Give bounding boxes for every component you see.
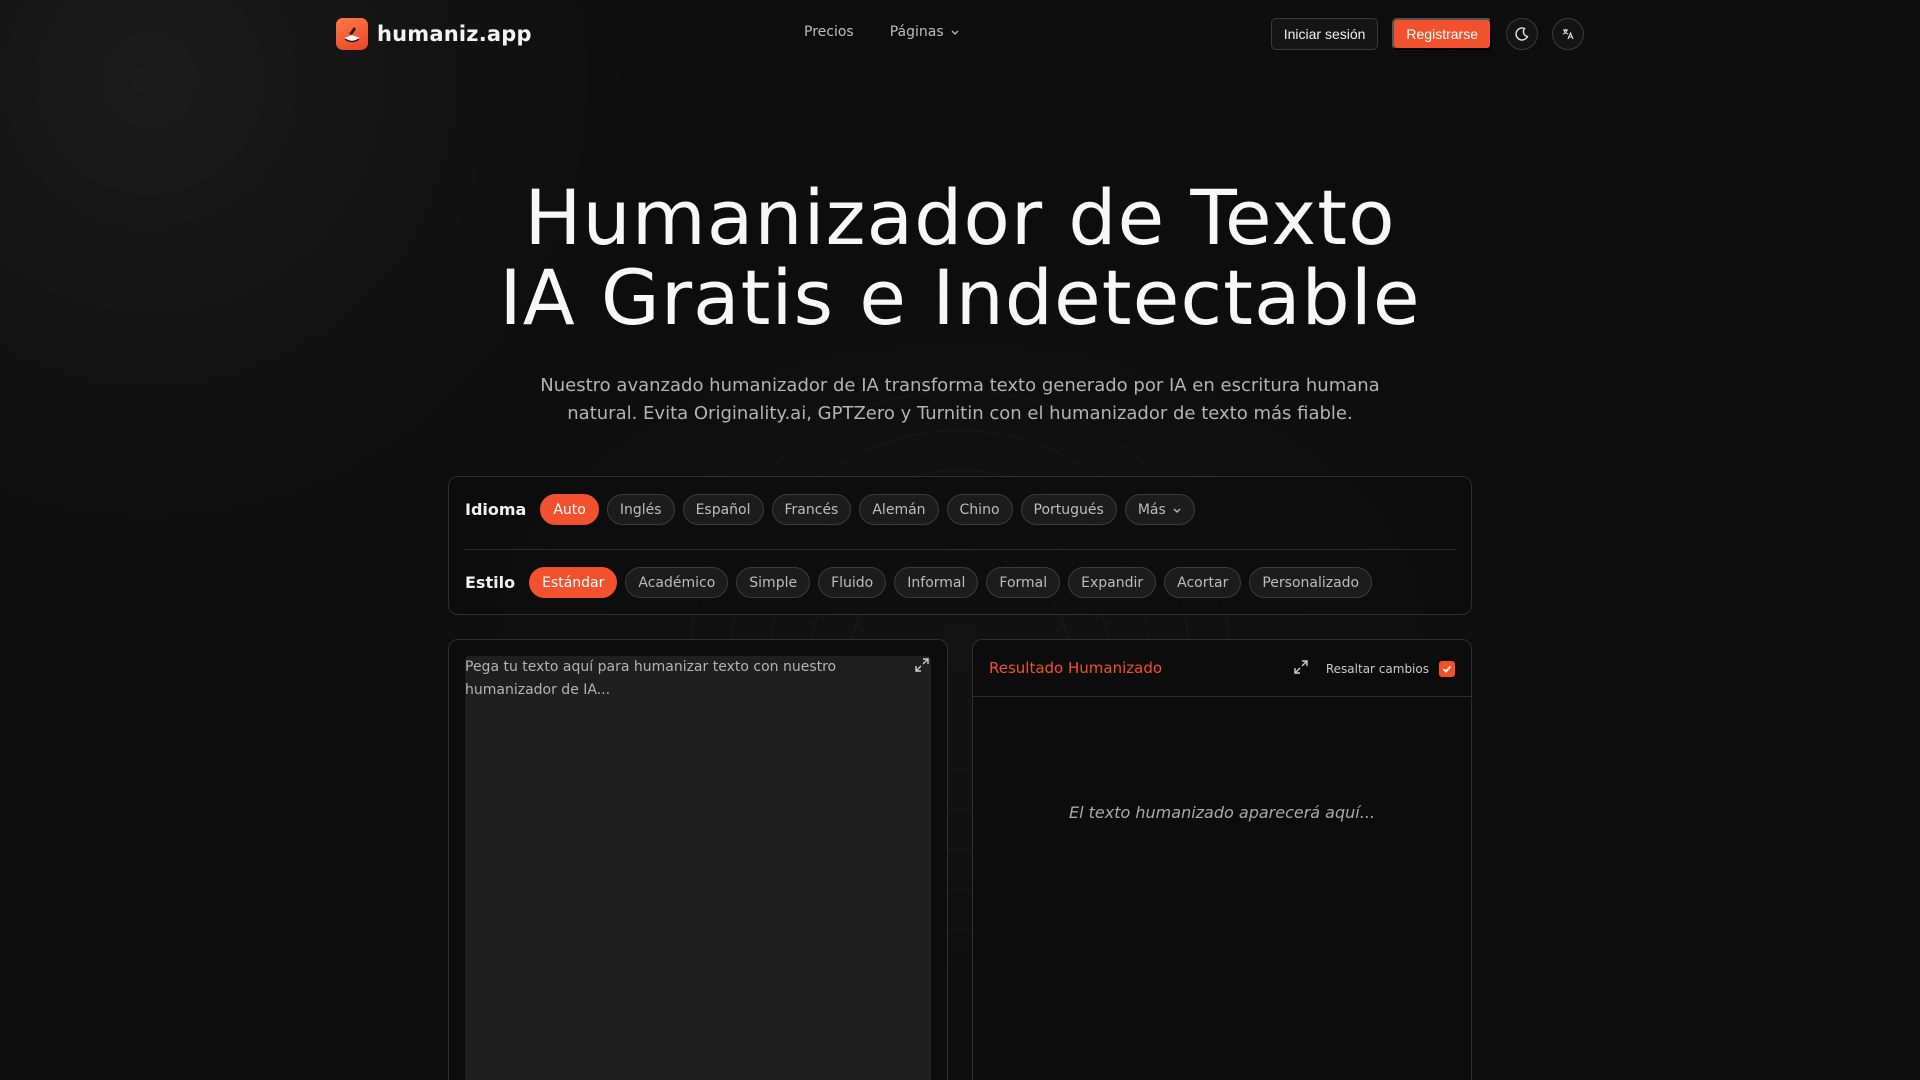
expand-icon[interactable] (913, 656, 931, 678)
nav-link-paginas[interactable]: Páginas (890, 24, 960, 40)
language-row: Idioma Auto Inglés Español Francés Alemá… (465, 494, 1195, 525)
theme-toggle-button[interactable] (1506, 18, 1538, 50)
style-chip-estandar[interactable]: Estándar (529, 567, 618, 598)
nav-actions: Iniciar sesión Registrarse (1270, 18, 1584, 50)
language-chip-portugues[interactable]: Portugués (1020, 494, 1117, 525)
language-chip-frances[interactable]: Francés (771, 494, 852, 525)
moon-icon (1515, 27, 1529, 41)
style-chip-acortar[interactable]: Acortar (1164, 567, 1242, 598)
login-button[interactable]: Iniciar sesión (1270, 18, 1379, 50)
output-placeholder: El texto humanizado aparecerá aquí... (1069, 803, 1375, 822)
hero-title-line-2: IA Gratis e Indetectable (499, 253, 1421, 342)
style-chip-academico[interactable]: Académico (625, 567, 729, 598)
brand[interactable]: humaniz.app (336, 18, 532, 50)
chevron-down-icon (1173, 508, 1181, 513)
nav-link-label: Páginas (889, 24, 944, 40)
style-chip-formal[interactable]: Formal (986, 567, 1061, 598)
nav-links: Precios Páginas (804, 24, 960, 40)
expand-icon[interactable] (1292, 658, 1310, 680)
chevron-down-icon (951, 30, 959, 35)
style-chip-simple[interactable]: Simple (736, 567, 811, 598)
style-chip-fluido[interactable]: Fluido (818, 567, 887, 598)
output-header: Resultado Humanizado Resaltar cambios (973, 640, 1471, 697)
logo-icon (336, 18, 368, 50)
language-label: Idioma (465, 500, 527, 519)
hero-title: Humanizador de Texto IA Gratis e Indetec… (0, 178, 1920, 338)
language-chip-mas-label: Más (1137, 501, 1166, 518)
text-input[interactable]: Pega tu texto aquí para humanizar texto … (465, 656, 931, 1080)
output-tools: Resaltar cambios (1292, 658, 1455, 680)
hero-subtitle: Nuestro avanzado humanizador de IA trans… (0, 372, 1920, 428)
style-label: Estilo (465, 573, 516, 592)
output-title: Resultado Humanizado (989, 659, 1163, 677)
language-chip-auto[interactable]: Auto (540, 494, 599, 525)
language-chips: Auto Inglés Español Francés Alemán Chino… (540, 494, 1195, 525)
language-chip-ingles[interactable]: Inglés (606, 494, 675, 525)
translate-icon (1562, 29, 1574, 40)
input-placeholder: Pega tu texto aquí para humanizar texto … (465, 659, 837, 698)
hero-subtitle-line-2: natural. Evita Originality.ai, GPTZero y… (567, 403, 1353, 424)
highlight-changes-checkbox[interactable] (1439, 661, 1455, 677)
hero-subtitle-line-1: Nuestro avanzado humanizador de IA trans… (540, 375, 1380, 396)
check-icon (1442, 665, 1452, 673)
signup-button[interactable]: Registrarse (1392, 18, 1492, 50)
brand-name: humaniz.app (377, 22, 532, 46)
options-panel: Idioma Auto Inglés Español Francés Alemá… (448, 476, 1472, 615)
nav-link-precios[interactable]: Precios (804, 24, 854, 40)
output-panel: Resultado Humanizado Resaltar cambios El… (972, 639, 1472, 1080)
language-chip-mas[interactable]: Más (1124, 494, 1195, 525)
language-chip-aleman[interactable]: Alemán (859, 494, 939, 525)
top-nav: humaniz.app Precios Páginas Iniciar sesi… (0, 0, 1920, 68)
language-switch-button[interactable] (1552, 18, 1584, 50)
language-chip-chino[interactable]: Chino (946, 494, 1013, 525)
input-panel: Pega tu texto aquí para humanizar texto … (448, 639, 948, 1080)
style-chips: Estándar Académico Simple Fluido Informa… (529, 567, 1373, 598)
style-row: Estilo Estándar Académico Simple Fluido … (465, 567, 1373, 598)
hero-title-line-1: Humanizador de Texto (524, 173, 1396, 262)
highlight-changes-label: Resaltar cambios (1325, 662, 1429, 676)
options-divider (465, 549, 1455, 550)
nav-link-label: Precios (804, 24, 854, 40)
style-chip-personalizado[interactable]: Personalizado (1249, 567, 1373, 598)
language-chip-espanol[interactable]: Español (682, 494, 764, 525)
style-chip-expandir[interactable]: Expandir (1068, 567, 1157, 598)
style-chip-informal[interactable]: Informal (894, 567, 979, 598)
